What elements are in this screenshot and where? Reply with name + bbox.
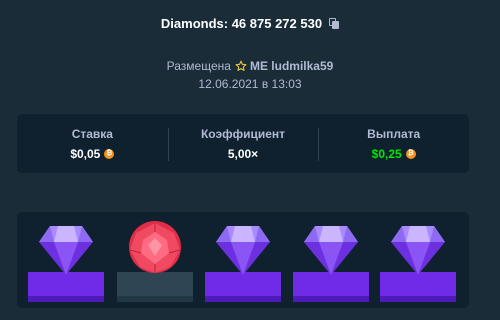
vip-star-icon: [235, 60, 247, 72]
gem-slot: [204, 220, 282, 302]
game-title-row: Diamonds: 46 875 272 530: [0, 16, 500, 31]
stat-multiplier-value-row: 5,00×: [228, 147, 258, 161]
gem-slot: [27, 220, 105, 302]
stat-bet-value: $0,05: [70, 146, 101, 161]
stat-bet-label: Ставка: [71, 126, 113, 141]
btc-coin-icon: ₿: [405, 148, 416, 159]
bet-date: 12.06.2021 в 13:03: [198, 77, 302, 91]
purple-diamond-icon: [39, 226, 93, 275]
red-ruby-icon: [129, 221, 181, 273]
bet-stats-panel: Ставка $0,05 ₿ Коэффициент 5,00× Выплата…: [17, 114, 469, 173]
purple-diamond-icon: [391, 226, 445, 275]
gem-slot: [116, 220, 194, 302]
stat-bet-value-row: $0,05 ₿: [70, 146, 115, 161]
stat-payout-value: $0,25: [371, 146, 402, 161]
btc-coin-icon: ₿: [104, 148, 115, 159]
gem-board: [17, 212, 469, 308]
username-link[interactable]: ME ludmilka59: [250, 59, 333, 73]
copy-icon[interactable]: [329, 18, 340, 29]
stat-payout: Выплата $0,25 ₿: [318, 114, 469, 173]
game-title: Diamonds: 46 875 272 530: [160, 16, 323, 31]
placed-by-row: Размещена ME ludmilka59: [0, 59, 500, 73]
stat-payout-value-row: $0,25 ₿: [372, 147, 416, 161]
stat-multiplier-value: 5,00×: [227, 146, 259, 161]
purple-diamond-icon: [304, 226, 358, 275]
stat-multiplier: Коэффициент 5,00×: [167, 114, 319, 173]
stat-bet: Ставка $0,05 ₿: [17, 114, 168, 173]
stat-payout-label: Выплата: [367, 126, 421, 141]
gem-slot: [292, 220, 370, 302]
gem-slot: [379, 220, 457, 302]
purple-diamond-icon: [216, 226, 270, 275]
placed-label: Размещена: [166, 59, 231, 73]
stat-multiplier-label: Коэффициент: [200, 126, 286, 141]
